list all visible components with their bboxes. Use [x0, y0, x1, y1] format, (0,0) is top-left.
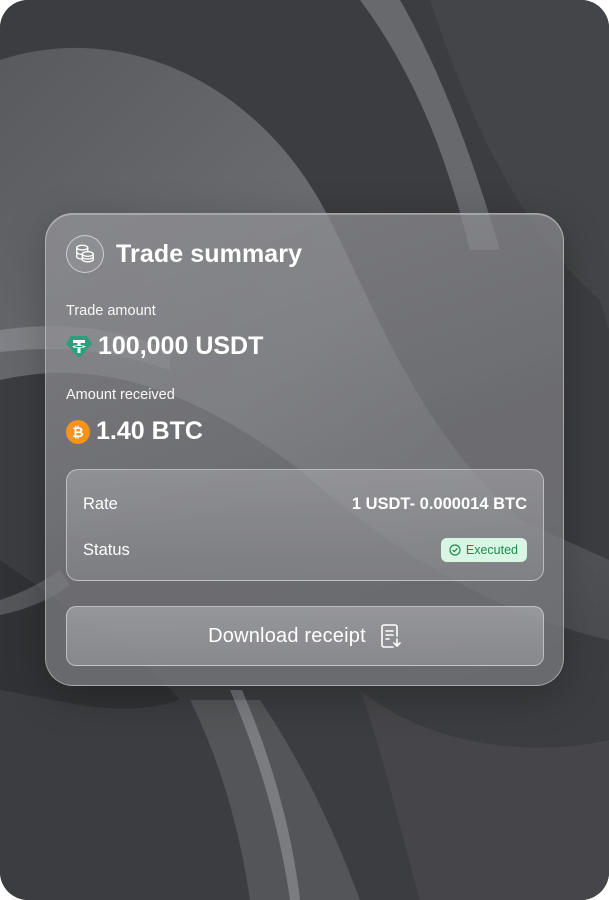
download-receipt-button[interactable]: Download receipt: [66, 606, 544, 666]
card-title: Trade summary: [116, 239, 303, 268]
status-value: Executed: [465, 543, 518, 557]
bitcoin-icon: ₿: [66, 419, 90, 444]
status-label: Status: [83, 540, 130, 559]
status-badge: Executed: [440, 538, 527, 562]
trade-amount-label: Trade amount: [66, 303, 156, 319]
check-circle-icon: [449, 544, 461, 556]
trade-details-panel: Rate 1 USDT- 0.000014 BTC Status Execute…: [66, 469, 544, 581]
trade-summary-card: Trade summary Trade amount 100,000 USDT …: [45, 213, 564, 686]
svg-text:₿: ₿: [72, 424, 83, 440]
app-frame: Trade summary Trade amount 100,000 USDT …: [0, 0, 609, 900]
trade-amount-value: 100,000 USDT: [98, 332, 264, 360]
amount-received-row: ₿ 1.40 BTC: [66, 417, 203, 446]
receipt-download-icon: [380, 623, 402, 649]
amount-received-value: 1.40 BTC: [96, 417, 203, 445]
rate-value: 1 USDT- 0.000014 BTC: [351, 495, 527, 513]
rate-row: Rate 1 USDT- 0.000014 BTC: [83, 495, 527, 514]
trade-amount-row: 100,000 USDT: [66, 332, 263, 361]
status-row: Status Executed: [83, 538, 527, 562]
coins-icon: [66, 235, 104, 273]
download-receipt-label: Download receipt: [208, 624, 366, 647]
tether-icon: [66, 335, 92, 359]
rate-label: Rate: [83, 495, 118, 513]
card-header: Trade summary: [66, 235, 302, 273]
amount-received-label: Amount received: [66, 387, 175, 403]
